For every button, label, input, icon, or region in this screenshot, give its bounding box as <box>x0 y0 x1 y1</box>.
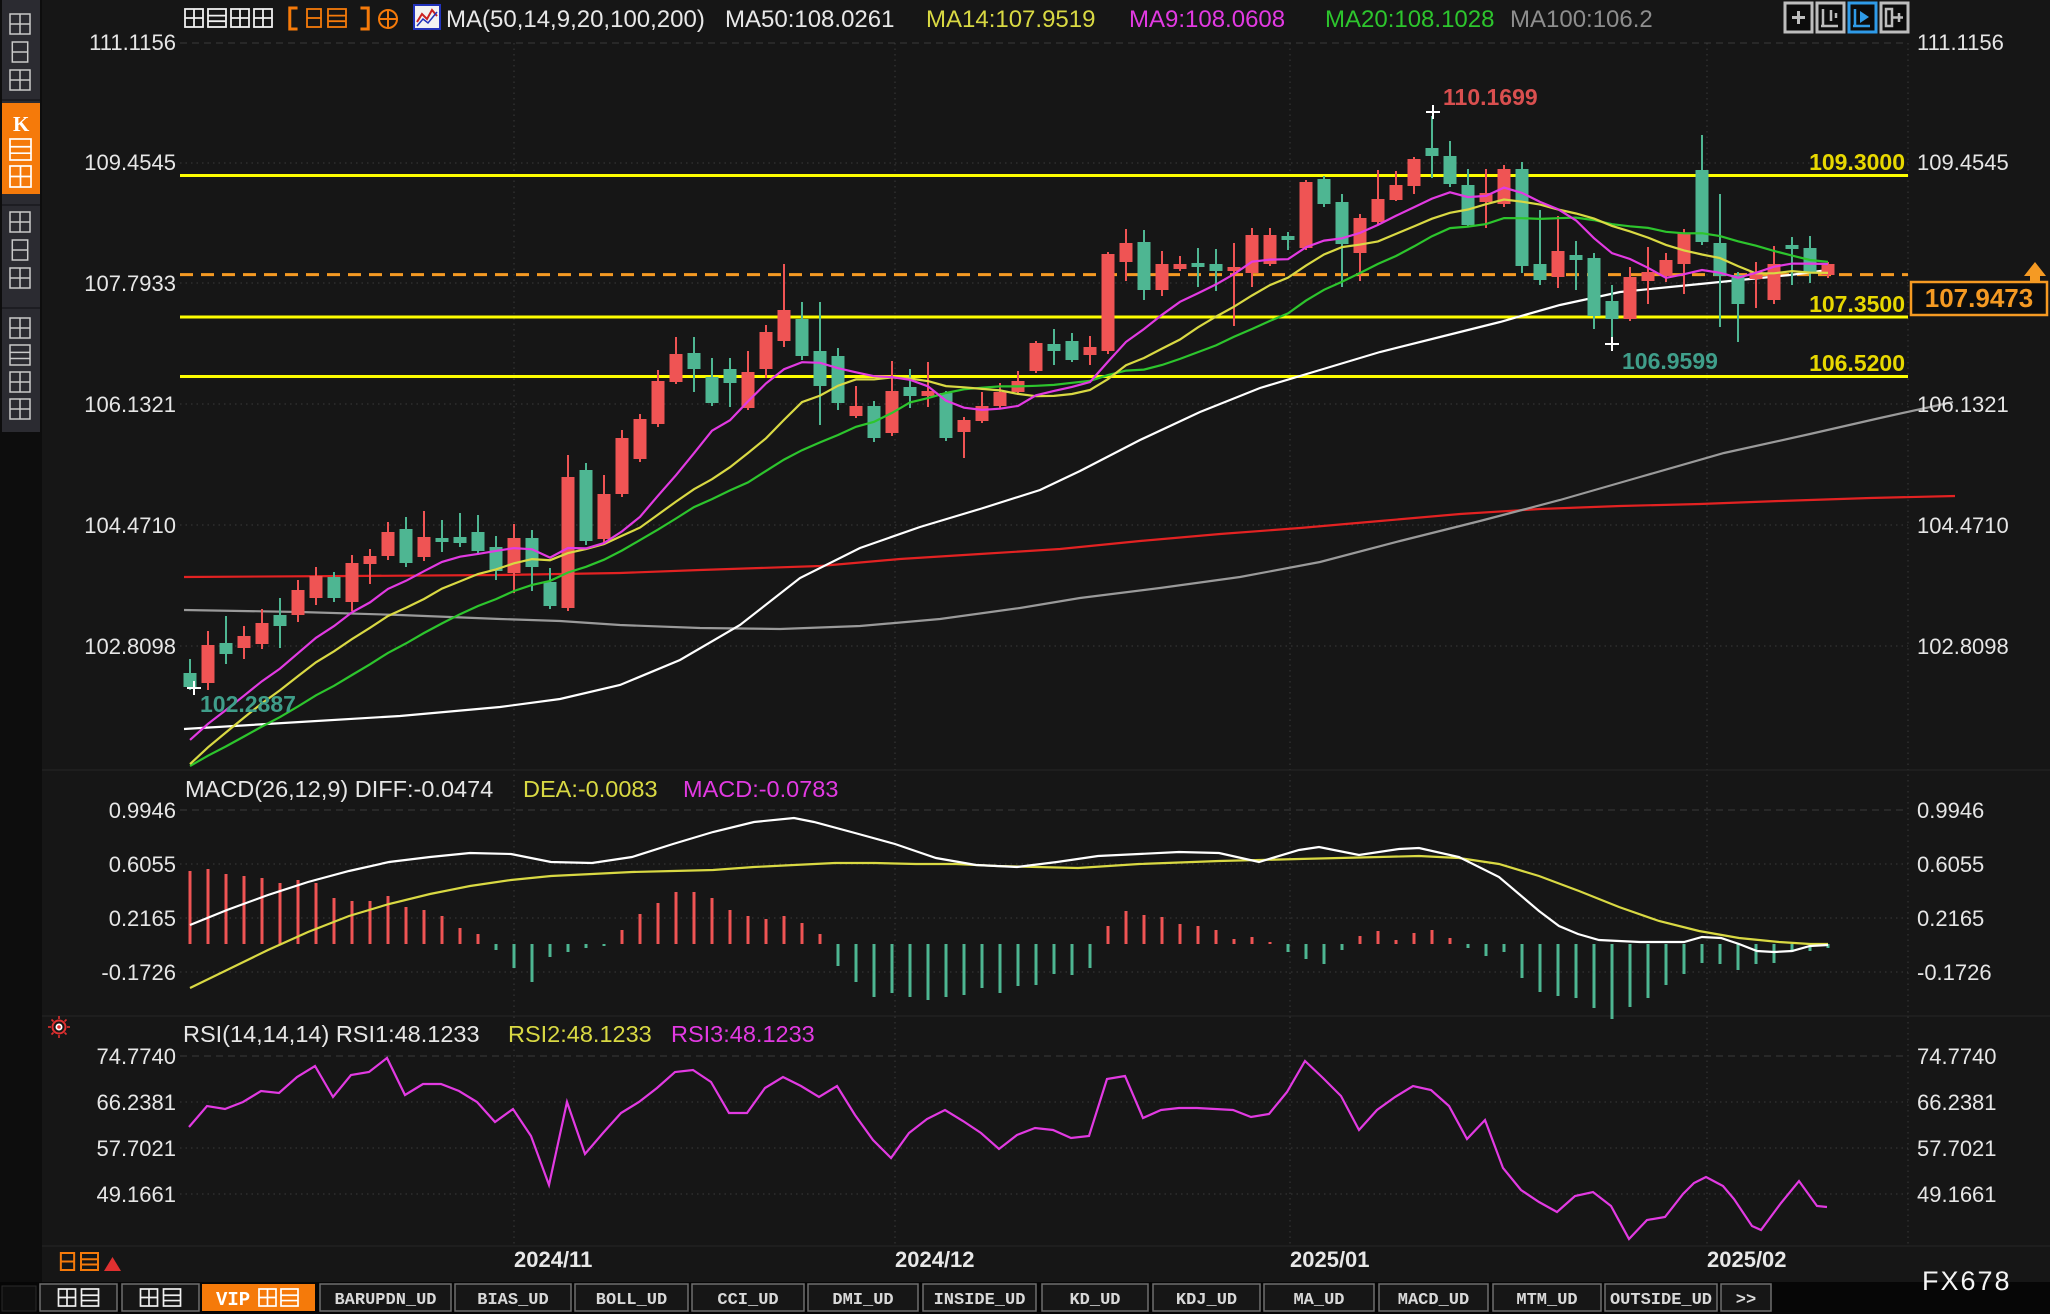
svg-text:MTM_UD: MTM_UD <box>1516 1291 1577 1310</box>
svg-text:109.4545: 109.4545 <box>1917 150 2009 175</box>
svg-text:VIP: VIP <box>216 1289 250 1311</box>
svg-text:106.9599: 106.9599 <box>1622 348 1718 374</box>
svg-text:KDJ_UD: KDJ_UD <box>1176 1291 1237 1310</box>
svg-text:74.7740: 74.7740 <box>1917 1044 1997 1069</box>
svg-text:MA9:108.0608: MA9:108.0608 <box>1129 6 1285 33</box>
svg-text:66.2381: 66.2381 <box>96 1090 176 1115</box>
svg-text:107.3500: 107.3500 <box>1809 291 1905 317</box>
svg-text:0.9946: 0.9946 <box>109 798 176 823</box>
svg-text:FX678: FX678 <box>1922 1266 2012 1296</box>
svg-text:106.1321: 106.1321 <box>1917 392 2009 417</box>
svg-text:110.1699: 110.1699 <box>1443 84 1538 110</box>
svg-text:0.6055: 0.6055 <box>109 852 176 877</box>
svg-text:MACD(26,12,9) DIFF:-0.0474: MACD(26,12,9) DIFF:-0.0474 <box>185 776 493 802</box>
svg-text:104.4710: 104.4710 <box>84 513 176 538</box>
svg-text:57.7021: 57.7021 <box>96 1136 176 1161</box>
svg-text:RSI(14,14,14) RSI1:48.1233: RSI(14,14,14) RSI1:48.1233 <box>183 1021 480 1047</box>
svg-text:102.8098: 102.8098 <box>84 634 176 659</box>
svg-text:109.4545: 109.4545 <box>84 150 176 175</box>
svg-text:INSIDE_UD: INSIDE_UD <box>934 1291 1026 1310</box>
svg-text:MACD_UD: MACD_UD <box>1398 1291 1469 1310</box>
svg-text:DMI_UD: DMI_UD <box>832 1291 893 1310</box>
svg-text:111.1156: 111.1156 <box>1917 30 2004 55</box>
svg-text:>>: >> <box>1736 1291 1756 1310</box>
svg-text:BARUPDN_UD: BARUPDN_UD <box>334 1291 436 1310</box>
svg-text:66.2381: 66.2381 <box>1917 1090 1997 1115</box>
svg-text:K: K <box>13 112 30 136</box>
svg-text:0.2165: 0.2165 <box>1917 906 1984 931</box>
svg-text:0.9946: 0.9946 <box>1917 798 1984 823</box>
svg-text:BOLL_UD: BOLL_UD <box>596 1291 667 1310</box>
svg-text:2024/11: 2024/11 <box>514 1247 592 1272</box>
svg-text:2025/01: 2025/01 <box>1290 1247 1370 1272</box>
svg-text:102.8098: 102.8098 <box>1917 634 2009 659</box>
svg-text:106.1321: 106.1321 <box>84 392 176 417</box>
svg-text:CCI_UD: CCI_UD <box>717 1291 778 1310</box>
svg-text:-0.1726: -0.1726 <box>101 960 176 985</box>
svg-text:MACD:-0.0783: MACD:-0.0783 <box>683 776 838 802</box>
svg-text:0.2165: 0.2165 <box>109 906 176 931</box>
svg-text:104.4710: 104.4710 <box>1917 513 2009 538</box>
svg-text:102.2887: 102.2887 <box>200 691 296 717</box>
svg-text:2025/02: 2025/02 <box>1707 1247 1787 1272</box>
svg-text:107.9473: 107.9473 <box>1925 283 2033 313</box>
svg-text:0.6055: 0.6055 <box>1917 852 1984 877</box>
svg-text:107.7933: 107.7933 <box>84 271 176 296</box>
svg-text:MA100:106.2: MA100:106.2 <box>1510 6 1653 33</box>
svg-text:49.1661: 49.1661 <box>1917 1182 1997 1207</box>
svg-text:DEA:-0.0083: DEA:-0.0083 <box>523 776 658 802</box>
svg-text:MA14:107.9519: MA14:107.9519 <box>926 6 1095 33</box>
svg-text:MA20:108.1028: MA20:108.1028 <box>1325 6 1494 33</box>
svg-text:-0.1726: -0.1726 <box>1917 960 1992 985</box>
svg-text:OUTSIDE_UD: OUTSIDE_UD <box>1610 1291 1712 1310</box>
svg-text:106.5200: 106.5200 <box>1809 350 1905 376</box>
svg-text:2024/12: 2024/12 <box>895 1247 975 1272</box>
svg-text:KD_UD: KD_UD <box>1069 1291 1120 1310</box>
svg-text:MA(50,14,9,20,100,200): MA(50,14,9,20,100,200) <box>446 6 705 33</box>
svg-text:BIAS_UD: BIAS_UD <box>477 1291 548 1310</box>
svg-text:74.7740: 74.7740 <box>96 1044 176 1069</box>
svg-text:MA_UD: MA_UD <box>1293 1291 1344 1310</box>
svg-text:111.1156: 111.1156 <box>89 30 176 55</box>
svg-text:109.3000: 109.3000 <box>1809 149 1905 175</box>
svg-text:RSI2:48.1233: RSI2:48.1233 <box>508 1021 652 1047</box>
svg-text:49.1661: 49.1661 <box>96 1182 176 1207</box>
svg-text:57.7021: 57.7021 <box>1917 1136 1997 1161</box>
svg-text:RSI3:48.1233: RSI3:48.1233 <box>671 1021 815 1047</box>
svg-text:MA50:108.0261: MA50:108.0261 <box>725 6 894 33</box>
